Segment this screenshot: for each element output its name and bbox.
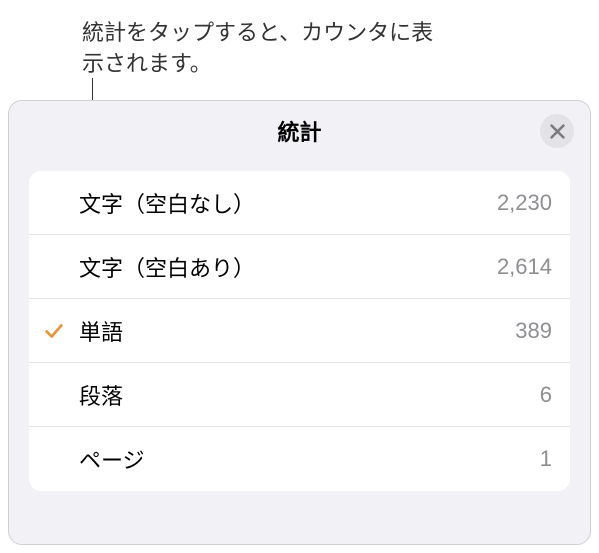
check-col [29,320,79,342]
callout-text: 統計をタップすると、カウンタに表示されます。 [82,18,452,80]
row-paragraphs[interactable]: 段落 6 [29,363,570,427]
row-characters-with-spaces[interactable]: 文字（空白あり） 2,614 [29,235,570,299]
row-pages[interactable]: ページ 1 [29,427,570,491]
statistics-list: 文字（空白なし） 2,230 文字（空白あり） 2,614 単語 389 段落 … [29,171,570,491]
row-characters-no-spaces[interactable]: 文字（空白なし） 2,230 [29,171,570,235]
panel-title: 統計 [277,115,321,147]
row-value: 389 [515,318,552,344]
row-label: 文字（空白あり） [79,251,497,283]
row-words[interactable]: 単語 389 [29,299,570,363]
statistics-panel: 統計 文字（空白なし） 2,230 文字（空白あり） 2,614 単語 389 [8,100,591,545]
row-label: 文字（空白なし） [79,187,497,219]
close-button[interactable] [540,114,574,148]
close-icon [550,124,565,139]
row-value: 6 [540,382,552,408]
row-label: ページ [79,443,540,475]
row-value: 2,614 [497,254,552,280]
panel-header: 統計 [9,101,590,161]
checkmark-icon [43,320,65,342]
row-value: 1 [540,446,552,472]
row-label: 単語 [79,315,515,347]
row-label: 段落 [79,379,540,411]
row-value: 2,230 [497,190,552,216]
